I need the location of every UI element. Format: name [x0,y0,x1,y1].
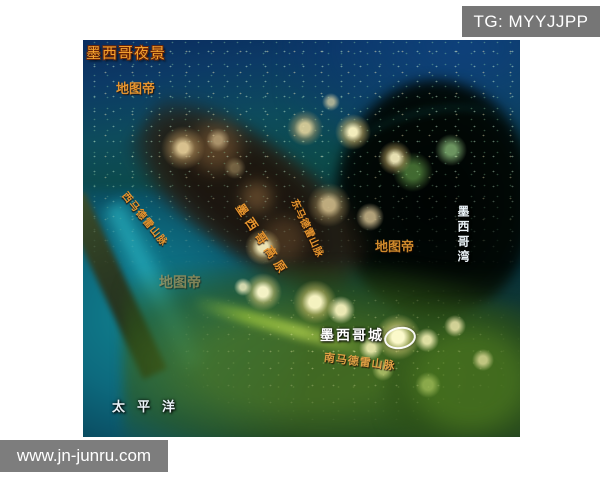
mexico-night-map: 墨西哥夜景 地图帝 西马德雷山脉 墨西哥高原 东马德雷山脉 地图帝 地图帝 墨西… [83,40,520,437]
watermark-coast: 地图帝 [159,274,201,290]
telegram-badge: TG: MYYJJPP [462,6,600,37]
label-pacific-ocean: 太平洋 [112,399,188,414]
map-title: 墨西哥夜景 [86,45,167,62]
label-mexico-city: 墨西哥城 [320,327,384,343]
watermark-east: 地图帝 [375,239,415,254]
watermark-north: 地图帝 [116,81,156,96]
label-gulf-of-mexico: 墨西哥湾 [456,205,470,265]
website-badge: www.jn-junru.com [0,440,168,472]
page: TG: MYYJJPP 墨西哥夜景 地图帝 西马德雷山脉 墨西哥高原 东马德雷山… [0,0,600,480]
